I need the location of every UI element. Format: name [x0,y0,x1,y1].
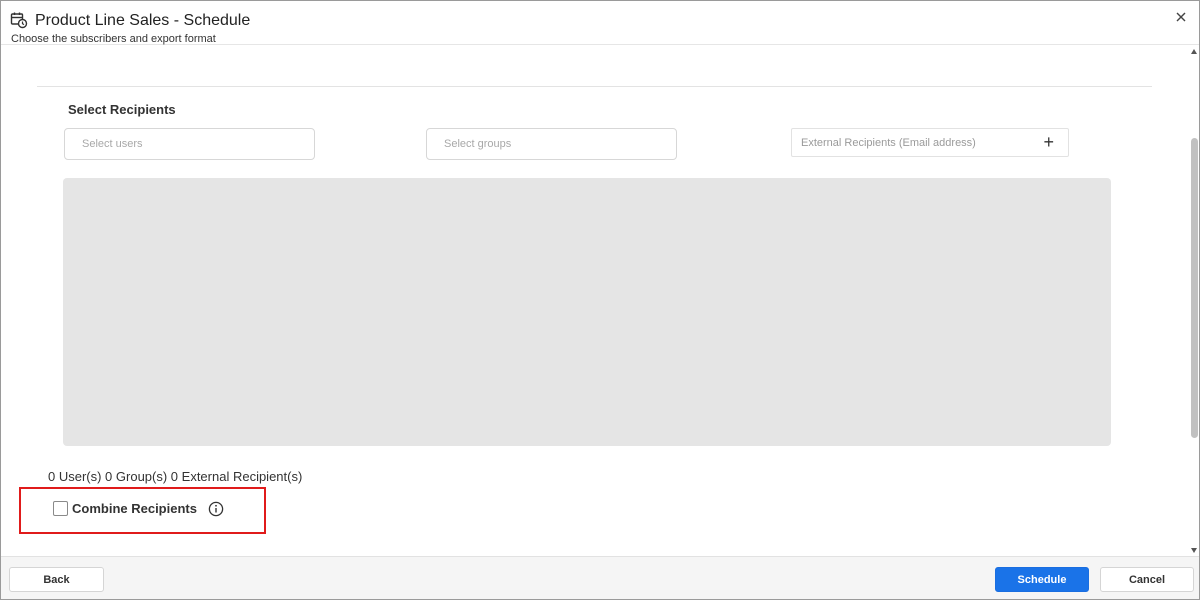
select-recipients-heading: Select Recipients [68,102,176,117]
close-icon[interactable] [1173,9,1189,25]
vertical-scrollbar[interactable] [1190,46,1198,556]
add-external-recipient-button[interactable]: + [1043,132,1054,152]
combine-recipients-label[interactable]: Combine Recipients [72,501,197,516]
scrollbar-thumb[interactable] [1191,138,1198,438]
scroll-down-arrow-icon[interactable] [1191,548,1197,553]
cancel-button[interactable]: Cancel [1100,567,1194,592]
select-users-input[interactable] [64,128,315,160]
dialog-footer: Back Schedule Cancel [1,556,1199,599]
calendar-clock-icon [10,12,28,29]
scroll-up-arrow-icon[interactable] [1191,49,1197,54]
schedule-button[interactable]: Schedule [995,567,1089,592]
external-recipients-input[interactable] [792,129,1032,156]
recipients-list-area [63,178,1111,446]
info-icon[interactable] [208,501,224,517]
dialog-header: Product Line Sales - Schedule Choose the… [1,1,1199,45]
recipients-count: 0 User(s) 0 Group(s) 0 External Recipien… [48,469,303,484]
external-recipients-field: + [791,128,1069,157]
combine-recipients-checkbox[interactable] [53,501,68,516]
section-divider [37,86,1152,87]
schedule-dialog: Product Line Sales - Schedule Choose the… [0,0,1200,600]
select-groups-input[interactable] [426,128,677,160]
dialog-title: Product Line Sales - Schedule [35,12,251,29]
back-button[interactable]: Back [9,567,104,592]
dialog-subtitle: Choose the subscribers and export format [11,33,216,45]
dialog-body: Select Recipients + 0 User(s) 0 Group(s)… [1,46,1191,556]
